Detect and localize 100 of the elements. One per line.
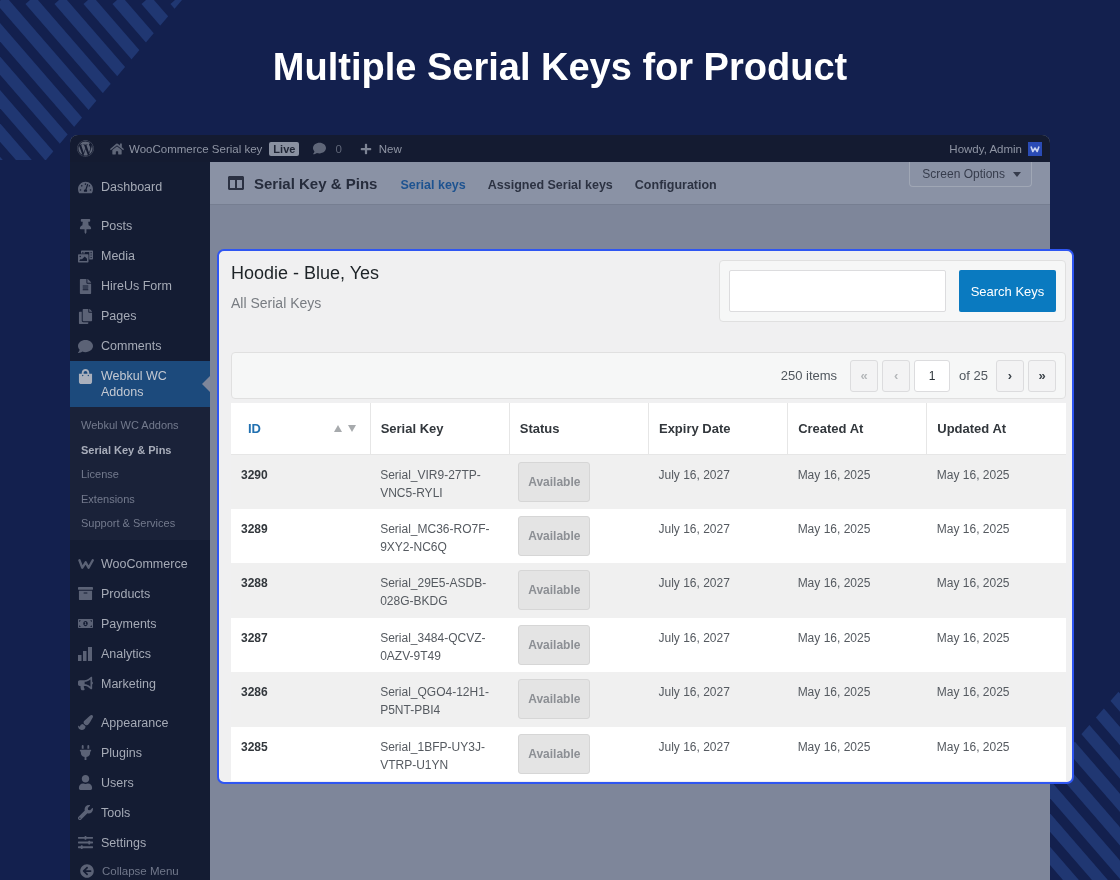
product-title: Hoodie - Blue, Yes [231, 262, 380, 284]
page-number-field[interactable]: 1 [914, 359, 951, 392]
speech-bubble-icon [78, 338, 93, 354]
table-cell: Serial_3484-QCVZ-0AZV-9T49 [370, 617, 510, 672]
table-cell: 3289 [231, 508, 371, 563]
table-cell: May 16, 2025 [787, 617, 927, 672]
sort-arrows-icon[interactable] [333, 424, 356, 432]
sliders-icon [78, 835, 93, 850]
table-cell: May 16, 2025 [926, 454, 1066, 509]
paintbrush-icon [78, 715, 93, 730]
sidebar-item[interactable]: WooCommerce [70, 548, 210, 579]
nav-tab[interactable]: Configuration [634, 174, 717, 192]
status-badge: Available [518, 570, 591, 610]
pagination-button[interactable]: › [996, 359, 1024, 392]
status-badge: Available [518, 461, 591, 502]
sidebar-item[interactable]: Webkul WC Addons [70, 361, 210, 407]
status-badge: Available [518, 624, 591, 665]
submenu-item[interactable]: Support & Services [70, 511, 210, 536]
bar-chart-icon [78, 646, 92, 661]
column-header: Status [519, 421, 560, 437]
plug-icon [78, 745, 93, 760]
submenu-item[interactable]: Serial Key & Pins [70, 437, 210, 462]
search-field[interactable] [729, 270, 946, 312]
page-total: of 25 [959, 368, 988, 383]
w-logo-icon [78, 558, 95, 569]
nav-tab[interactable]: Assigned Serial keys [487, 174, 613, 192]
sidebar-item[interactable]: Posts [70, 211, 210, 241]
collapse-menu-button[interactable]: Collapse Menu [70, 857, 210, 880]
home-icon [110, 141, 124, 156]
document-icon [78, 278, 93, 294]
gauge-icon [78, 179, 93, 195]
caret-down-icon [1013, 171, 1021, 177]
table-cell: 3287 [231, 617, 371, 672]
column-sort-link[interactable]: ID [248, 420, 261, 436]
avatar-icon [1028, 141, 1042, 156]
page-heading: Serial Key & Pins [254, 174, 378, 192]
table-cell: July 16, 2027 [648, 563, 788, 618]
table-cell: July 16, 2027 [648, 454, 788, 509]
status-badge: Available [518, 733, 591, 774]
wrench-icon [78, 805, 93, 820]
pagination-button[interactable]: » [1028, 359, 1056, 392]
table-cell: July 16, 2027 [648, 672, 788, 727]
megaphone-icon [78, 676, 93, 691]
table-cell: Serial_QGO4-12H1-P5NT-PBI4 [370, 672, 510, 727]
sidebar-item[interactable]: Comments [70, 331, 210, 361]
sidebar-item[interactable]: Settings [70, 827, 210, 858]
search-button[interactable]: Search Keys [959, 270, 1056, 312]
table-cell: Serial_VIR9-27TP-VNC5-RYLI [370, 454, 510, 509]
pin-icon [78, 218, 93, 234]
column-header: Serial Key [380, 421, 444, 437]
account-link[interactable]: Howdy, Admin [949, 141, 1042, 156]
table-cell: 3290 [231, 454, 371, 509]
sidebar-item[interactable]: Pages [70, 301, 210, 331]
sidebar-item[interactable]: Plugins [70, 737, 210, 768]
sidebar-item[interactable]: Products [70, 578, 210, 609]
column-header: Updated At [937, 421, 1007, 437]
sidebar-item[interactable]: HireUs Form [70, 271, 210, 301]
screen-options-button[interactable]: Screen Options [909, 162, 1032, 187]
table-cell: May 16, 2025 [787, 454, 927, 509]
item-count: 250 items [780, 368, 838, 383]
table-cell: May 16, 2025 [787, 508, 927, 563]
section-subtitle: All Serial Keys [231, 294, 323, 313]
table-cell: 3288 [231, 563, 371, 618]
logo-icon[interactable] [77, 140, 94, 157]
pointer-triangle-icon [202, 376, 210, 392]
sidebar-item[interactable]: Analytics [70, 638, 210, 669]
submenu-item[interactable]: Extensions [70, 486, 210, 511]
table-cell: Serial_MC36-RO7F-9XY2-NC6Q [370, 508, 510, 563]
sidebar-item[interactable]: Appearance [70, 707, 210, 738]
table-cell: May 16, 2025 [787, 672, 927, 727]
table-cell: July 16, 2027 [648, 726, 788, 781]
speech-bubble-icon [313, 142, 327, 155]
submenu-item[interactable]: License [70, 462, 210, 487]
site-link[interactable]: WooCommerce Serial key [110, 141, 263, 156]
sidebar-item[interactable]: Media [70, 241, 210, 271]
table-cell: 3285 [231, 726, 371, 781]
page-title: Multiple Serial Keys for Product [272, 44, 848, 89]
columns-icon [228, 175, 244, 191]
status-badge: Live [269, 141, 300, 156]
sidebar-item[interactable]: Payments [70, 608, 210, 639]
sidebar-item[interactable]: Tools [70, 797, 210, 828]
submenu-item[interactable]: Webkul WC Addons [70, 413, 210, 438]
user-icon [78, 775, 93, 790]
sidebar-item[interactable]: Dashboard [70, 172, 210, 202]
column-header: Created At [798, 421, 864, 437]
table-cell: Serial_29E5-ASDB-028G-BKDG [370, 563, 510, 618]
table-cell: May 16, 2025 [926, 672, 1066, 727]
status-badge: Available [518, 679, 591, 719]
table-cell: May 16, 2025 [787, 563, 927, 618]
table-cell: July 16, 2027 [648, 508, 788, 563]
photo-video-icon [78, 248, 93, 264]
sidebar-item[interactable]: Marketing [70, 668, 210, 699]
archive-box-icon [78, 586, 93, 601]
table-cell: May 16, 2025 [926, 726, 1066, 781]
new-link[interactable]: New [359, 142, 402, 155]
table-cell: May 16, 2025 [926, 563, 1066, 618]
sidebar-item[interactable]: Users [70, 767, 210, 798]
banknote-icon [78, 616, 93, 631]
table-cell: 3286 [231, 672, 371, 727]
pages-icon [78, 308, 93, 324]
